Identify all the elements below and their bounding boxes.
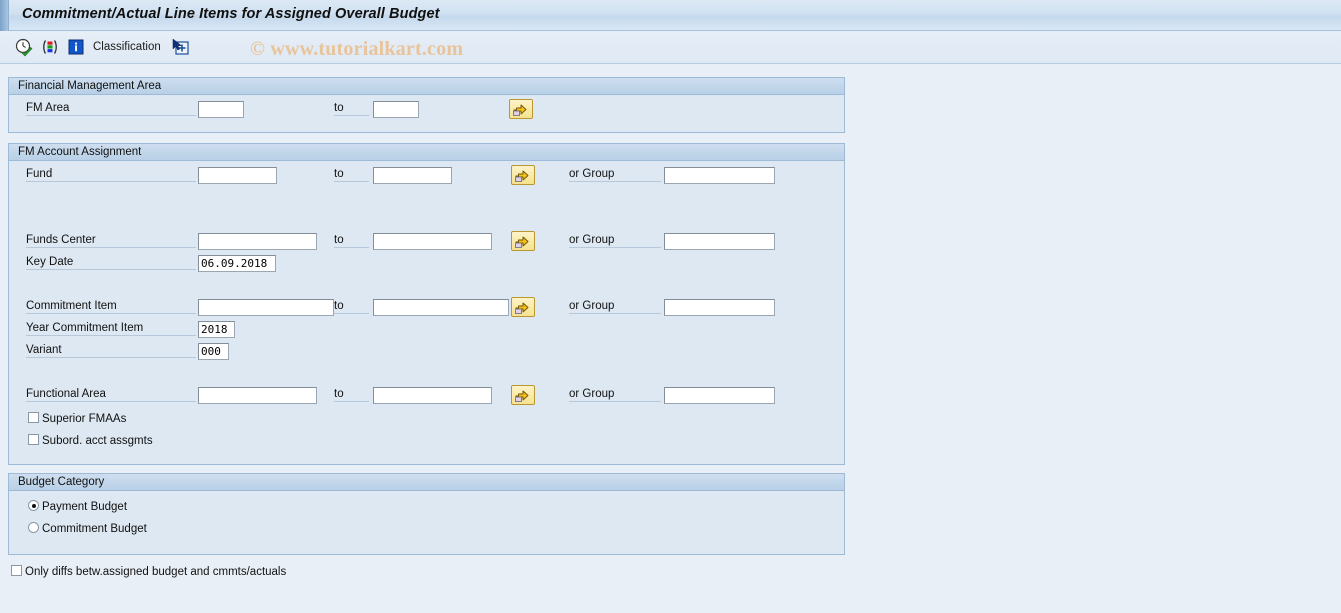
checkbox-box[interactable] — [11, 565, 22, 576]
commitment-item-from-input[interactable] — [198, 299, 334, 316]
functional-area-to-input[interactable] — [373, 387, 492, 404]
page-title: Commitment/Actual Line Items for Assigne… — [22, 6, 440, 22]
window-grip — [0, 0, 9, 31]
funds-center-group-input[interactable] — [664, 233, 775, 250]
panel-title: Financial Management Area — [18, 80, 162, 92]
checkbox-label: Superior FMAAs — [42, 413, 127, 425]
radio-commitment-budget[interactable]: Commitment Budget — [28, 522, 147, 535]
label-variant: Variant — [26, 344, 196, 358]
commitment-item-group-input[interactable] — [664, 299, 775, 316]
application-toolbar: Classification — [0, 31, 1341, 64]
checkbox-label: Only diffs betw.assigned budget and cmmt… — [25, 566, 287, 578]
panel-header: FM Account Assignment — [9, 144, 844, 161]
fund-group-input[interactable] — [664, 167, 775, 184]
fm-area-multiple-selection-icon[interactable] — [509, 99, 533, 119]
panel-title: Budget Category — [18, 476, 105, 488]
panel-financial-management-area: Financial Management Area FM Area to — [8, 77, 845, 133]
funds-center-multiple-selection-icon[interactable] — [511, 231, 535, 251]
panel-title: FM Account Assignment — [18, 146, 142, 158]
label-functional-area-group: or Group — [569, 388, 661, 402]
variant-chart-icon[interactable] — [40, 37, 60, 57]
label-to-functional-area: to — [334, 388, 369, 402]
label-commitment-item: Commitment Item — [26, 300, 196, 314]
radio-dot[interactable] — [28, 500, 39, 511]
label-to-funds-center: to — [334, 234, 369, 248]
functional-area-from-input[interactable] — [198, 387, 317, 404]
checkbox-only-diffs[interactable]: Only diffs betw.assigned budget and cmmt… — [11, 565, 286, 578]
key-date-input[interactable]: 06.09.2018 — [198, 255, 276, 272]
fm-area-from-input[interactable] — [198, 101, 244, 118]
info-icon[interactable] — [66, 37, 86, 57]
year-commitment-item-input[interactable]: 2018 — [198, 321, 235, 338]
label-to-commitment-item: to — [334, 300, 369, 314]
label-commitment-item-group: or Group — [569, 300, 661, 314]
checkbox-box[interactable] — [28, 412, 39, 423]
panel-header: Financial Management Area — [9, 78, 844, 95]
label-year-commitment-item: Year Commitment Item — [26, 322, 196, 336]
fund-multiple-selection-icon[interactable] — [511, 165, 535, 185]
functional-area-group-input[interactable] — [664, 387, 775, 404]
label-functional-area: Functional Area — [26, 388, 196, 402]
funds-center-from-input[interactable] — [198, 233, 317, 250]
checkbox-label: Subord. acct assgmts — [42, 435, 153, 447]
sap-selection-screen: Commitment/Actual Line Items for Assigne… — [0, 0, 1341, 613]
panel-fm-account-assignment: FM Account Assignment Fund to or Group F… — [8, 143, 845, 465]
label-key-date: Key Date — [26, 256, 196, 270]
checkbox-superior-fmaas[interactable]: Superior FMAAs — [28, 412, 126, 425]
label-to-fm-area: to — [334, 102, 369, 116]
variant-input[interactable]: 000 — [198, 343, 229, 360]
label-funds-center: Funds Center — [26, 234, 196, 248]
radio-label: Commitment Budget — [42, 523, 147, 535]
label-to-fund: to — [334, 168, 369, 182]
panel-header: Budget Category — [9, 474, 844, 491]
funds-center-to-input[interactable] — [373, 233, 492, 250]
functional-area-multiple-selection-icon[interactable] — [511, 385, 535, 405]
label-fund: Fund — [26, 168, 196, 182]
add-selection-icon[interactable] — [170, 37, 190, 57]
checkbox-subord-acct-assgmts[interactable]: Subord. acct assgmts — [28, 434, 153, 447]
radio-label: Payment Budget — [42, 501, 128, 513]
label-fm-area: FM Area — [26, 102, 196, 116]
fund-to-input[interactable] — [373, 167, 452, 184]
label-fund-group: or Group — [569, 168, 661, 182]
panel-budget-category: Budget Category Payment Budget Commitmen… — [8, 473, 845, 555]
checkbox-box[interactable] — [28, 434, 39, 445]
site-watermark: © www.tutorialkart.com — [250, 38, 464, 60]
commitment-item-multiple-selection-icon[interactable] — [511, 297, 535, 317]
fund-from-input[interactable] — [198, 167, 277, 184]
fm-area-to-input[interactable] — [373, 101, 419, 118]
window-title-bar: Commitment/Actual Line Items for Assigne… — [0, 0, 1341, 31]
label-funds-center-group: or Group — [569, 234, 661, 248]
commitment-item-to-input[interactable] — [373, 299, 509, 316]
classification-button[interactable]: Classification — [93, 41, 161, 53]
radio-dot[interactable] — [28, 522, 39, 533]
execute-clock-check-icon[interactable] — [14, 37, 34, 57]
radio-payment-budget[interactable]: Payment Budget — [28, 500, 127, 513]
